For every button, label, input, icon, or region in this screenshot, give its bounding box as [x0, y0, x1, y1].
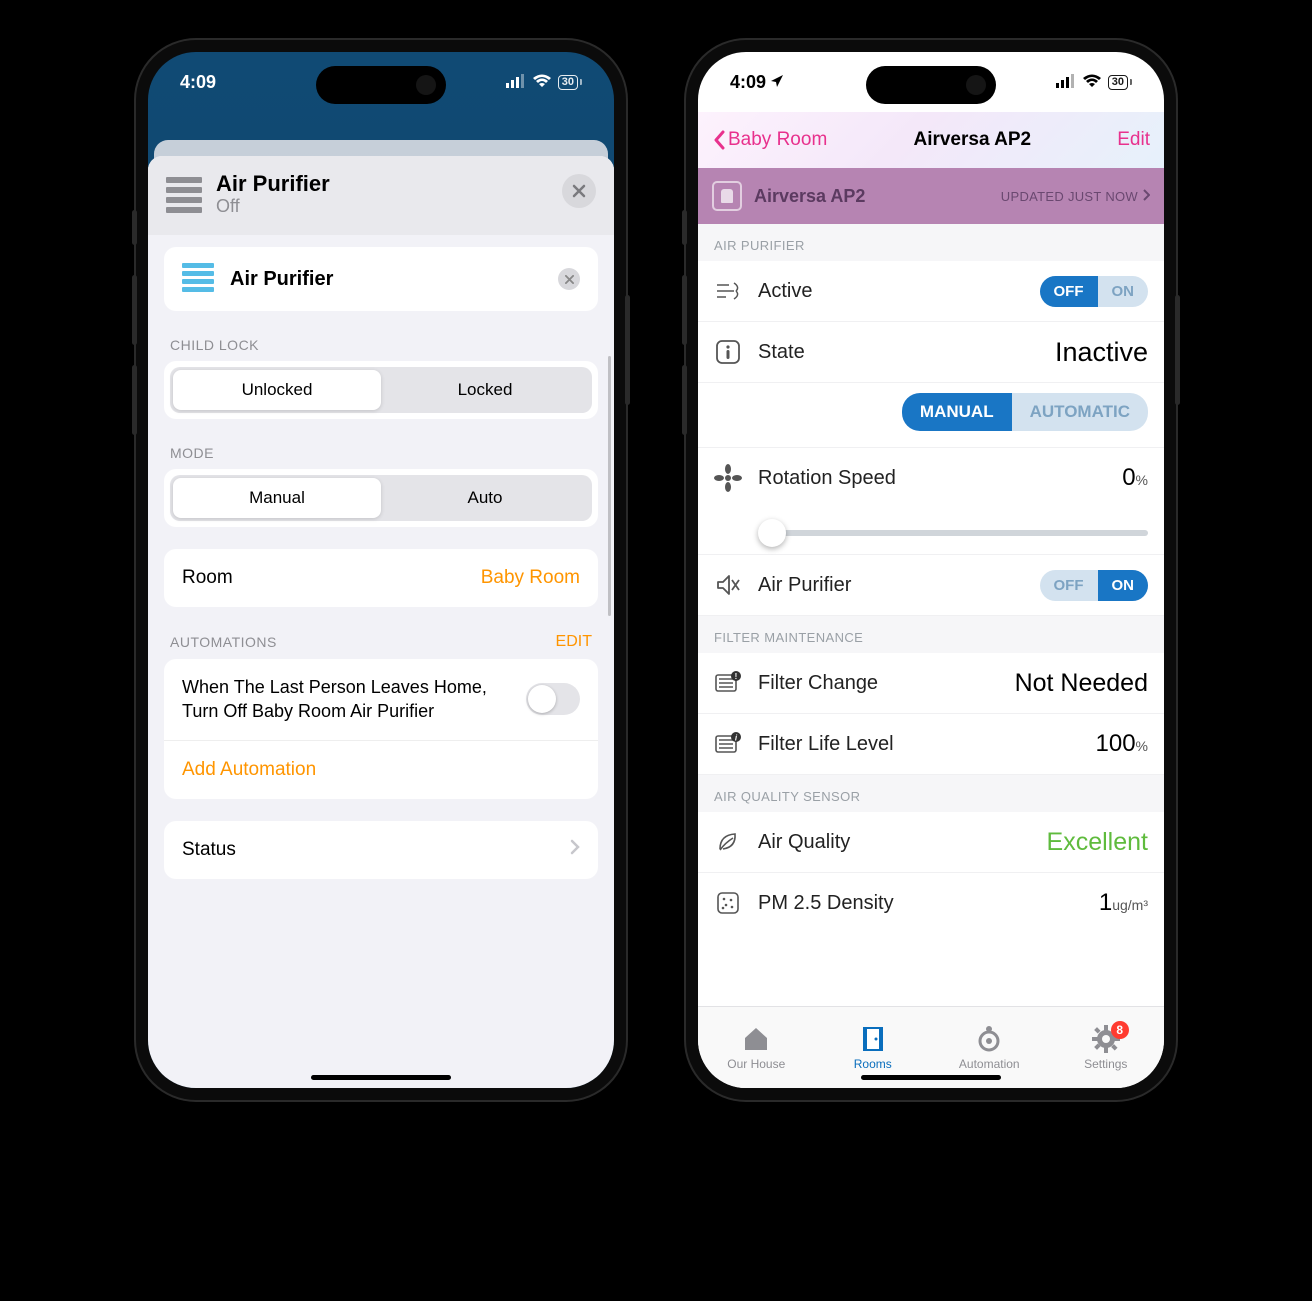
- pm25-icon: [712, 887, 744, 919]
- room-label: Room: [182, 567, 233, 589]
- updated-label: UPDATED JUST NOW: [1001, 189, 1138, 204]
- mode-manual[interactable]: MANUAL: [902, 393, 1012, 431]
- device-name: Airversa AP2: [754, 186, 865, 207]
- scroll-indicator[interactable]: [608, 356, 611, 616]
- sheet-header: Air Purifier Off: [148, 156, 614, 235]
- mode-manual[interactable]: Manual: [173, 478, 381, 518]
- air-purifier-icon: [166, 177, 202, 213]
- door-icon: [858, 1024, 888, 1054]
- fan-icon: [712, 462, 744, 494]
- dynamic-island: [316, 66, 446, 104]
- air-purifier-icon: [182, 263, 214, 295]
- speed-slider[interactable]: [758, 530, 1148, 536]
- status-time: 4:09: [730, 72, 766, 93]
- state-value: Inactive: [1055, 337, 1148, 368]
- child-lock-label: CHILD LOCK: [164, 333, 598, 361]
- wifi-icon: [1082, 72, 1102, 93]
- chevron-right-icon: [1142, 189, 1150, 204]
- close-button[interactable]: [562, 174, 596, 208]
- active-on[interactable]: ON: [1098, 276, 1149, 307]
- filter-alert-icon: !: [712, 667, 744, 699]
- child-lock-unlocked[interactable]: Unlocked: [173, 370, 381, 410]
- gear-icon: 8: [1091, 1024, 1121, 1054]
- speed-slider-thumb[interactable]: [758, 519, 786, 547]
- svg-text:!: !: [735, 672, 738, 681]
- air-quality-value: Excellent: [1047, 828, 1148, 857]
- leaf-icon: [712, 826, 744, 858]
- accessory-status: Off: [216, 196, 330, 217]
- air-purifier-on[interactable]: ON: [1098, 570, 1149, 601]
- room-row[interactable]: Room Baby Room: [164, 549, 598, 607]
- battery-icon: 30: [558, 75, 582, 90]
- automation-icon: [974, 1024, 1004, 1054]
- air-purifier-label: Air Purifier: [758, 574, 851, 597]
- speed-value: 0%: [1122, 464, 1148, 492]
- filter-change-value: Not Needed: [1015, 669, 1148, 698]
- settings-badge: 8: [1111, 1021, 1129, 1039]
- automation-toggle[interactable]: [526, 683, 580, 715]
- page-title: Airversa AP2: [827, 129, 1117, 151]
- device-icon: [712, 181, 742, 211]
- info-icon: [712, 336, 744, 368]
- clear-name-button[interactable]: [558, 268, 580, 290]
- airflow-icon: [712, 275, 744, 307]
- rename-row[interactable]: Air Purifier: [164, 247, 598, 311]
- add-automation-button[interactable]: Add Automation: [164, 741, 598, 799]
- automations-label: AUTOMATIONS: [170, 634, 277, 650]
- back-button[interactable]: Baby Room: [712, 129, 827, 151]
- home-indicator[interactable]: [861, 1075, 1001, 1080]
- automations-edit-button[interactable]: EDIT: [556, 633, 592, 651]
- status-time: 4:09: [180, 72, 216, 93]
- child-lock-locked[interactable]: Locked: [381, 370, 589, 410]
- section-air-purifier: AIR PURIFIER: [698, 224, 1164, 261]
- status-label: Status: [182, 839, 236, 861]
- air-quality-label: Air Quality: [758, 831, 850, 854]
- active-toggle[interactable]: OFF ON: [1040, 276, 1149, 307]
- cellular-icon: [506, 72, 526, 93]
- pm25-value: 1ug/m³: [1099, 889, 1148, 917]
- filter-info-icon: i: [712, 728, 744, 760]
- tab-settings[interactable]: 8 Settings: [1048, 1007, 1165, 1088]
- house-icon: [741, 1024, 771, 1054]
- pm25-label: PM 2.5 Density: [758, 892, 894, 915]
- speed-label: Rotation Speed: [758, 467, 896, 490]
- mode-label: MODE: [164, 441, 598, 469]
- wifi-icon: [532, 72, 552, 93]
- filter-life-value: 100%: [1096, 730, 1149, 758]
- mute-icon: [712, 569, 744, 601]
- active-label: Active: [758, 280, 812, 303]
- mode-toggle[interactable]: MANUAL AUTOMATIC: [902, 393, 1148, 431]
- section-filter: FILTER MAINTENANCE: [698, 616, 1164, 653]
- active-off[interactable]: OFF: [1040, 276, 1098, 307]
- edit-button[interactable]: Edit: [1117, 129, 1150, 151]
- accessory-name-input[interactable]: Air Purifier: [230, 268, 333, 291]
- mode-automatic[interactable]: AUTOMATIC: [1012, 393, 1148, 431]
- tab-our-house[interactable]: Our House: [698, 1007, 815, 1088]
- air-purifier-toggle[interactable]: OFF ON: [1040, 570, 1149, 601]
- state-label: State: [758, 341, 805, 364]
- filter-change-label: Filter Change: [758, 672, 878, 695]
- automation-item[interactable]: When The Last Person Leaves Home, Turn O…: [182, 675, 512, 724]
- section-air-quality: AIR QUALITY SENSOR: [698, 775, 1164, 812]
- filter-life-label: Filter Life Level: [758, 733, 894, 756]
- mode-auto[interactable]: Auto: [381, 478, 589, 518]
- child-lock-segment[interactable]: Unlocked Locked: [170, 367, 592, 413]
- dynamic-island: [866, 66, 996, 104]
- cellular-icon: [1056, 72, 1076, 93]
- accessory-title: Air Purifier: [216, 172, 330, 196]
- back-label: Baby Room: [728, 129, 827, 151]
- device-bar[interactable]: Airversa AP2 UPDATED JUST NOW: [698, 168, 1164, 224]
- air-purifier-off[interactable]: OFF: [1040, 570, 1098, 601]
- room-value: Baby Room: [481, 567, 580, 589]
- mode-segment[interactable]: Manual Auto: [170, 475, 592, 521]
- battery-icon: 30: [1108, 75, 1132, 90]
- status-row[interactable]: Status: [164, 821, 598, 879]
- home-indicator[interactable]: [311, 1075, 451, 1080]
- location-icon: [770, 72, 784, 93]
- chevron-right-icon: [570, 839, 580, 861]
